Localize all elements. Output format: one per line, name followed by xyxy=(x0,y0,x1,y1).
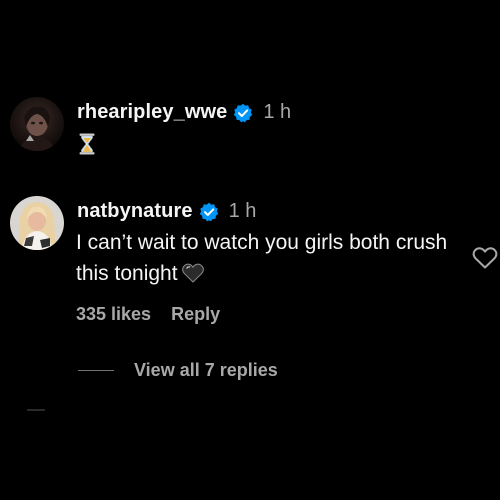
replies-divider xyxy=(78,370,114,371)
timestamp: 1 h xyxy=(228,200,257,222)
username[interactable]: rhearipley_wwe xyxy=(77,101,227,124)
avatar[interactable] xyxy=(10,97,64,151)
next-comment-fragment xyxy=(27,409,45,411)
comment-body xyxy=(79,128,95,159)
comment-header: rhearipley_wwe 1 h xyxy=(77,101,291,124)
avatar[interactable] xyxy=(10,196,64,250)
timestamp: 1 h xyxy=(263,101,292,123)
reply-button[interactable]: Reply xyxy=(171,304,220,325)
hourglass-icon xyxy=(79,133,95,155)
heart-outline-icon[interactable] xyxy=(472,246,498,270)
black-heart-icon xyxy=(181,261,204,283)
verified-badge-icon xyxy=(199,202,219,222)
username[interactable]: natbynature xyxy=(77,200,193,223)
likes-count[interactable]: 335 likes xyxy=(76,304,151,325)
comment-actions: 335 likes Reply xyxy=(76,304,220,325)
comment-text: I can’t wait to watch you girls both cru… xyxy=(76,231,448,285)
comment-header: natbynature 1 h xyxy=(77,200,256,223)
view-replies: View all 7 replies xyxy=(78,360,278,381)
comment-body: I can’t wait to watch you girls both cru… xyxy=(76,227,456,289)
verified-badge-icon xyxy=(233,103,253,123)
view-all-replies-button[interactable]: View all 7 replies xyxy=(134,360,278,381)
